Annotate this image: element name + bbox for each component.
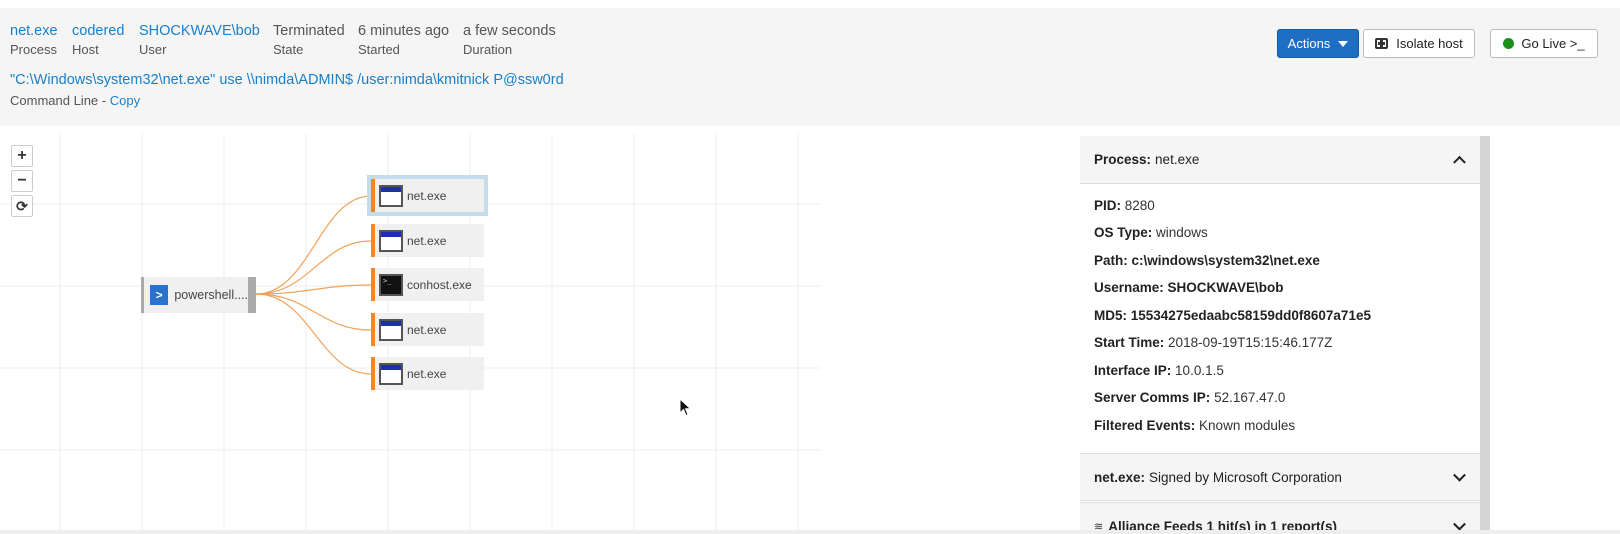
detail-path: Path: c:\windows\system32\net.exe (1094, 253, 1320, 268)
signature-section-value: Signed by Microsoft Corporation (1149, 469, 1342, 485)
detail-key: PID: (1094, 198, 1121, 213)
child-process-node[interactable]: net.exe (367, 175, 488, 216)
live-status-dot-icon (1503, 38, 1515, 49)
detail-value: 2018-09-19T15:15:46.177Z (1168, 335, 1333, 350)
summary-host-label: Host (72, 42, 99, 57)
chevron-down-icon (1453, 517, 1466, 531)
parent-process-node[interactable]: > powershell.... (141, 277, 256, 313)
detail-value: SHOCKWAVE\bob (1167, 280, 1284, 295)
terminal-icon (379, 273, 403, 296)
go-live-label: Go Live >_ (1521, 36, 1585, 51)
detail-value: c:\windows\system32\net.exe (1131, 253, 1320, 268)
detail-key: Username: (1094, 280, 1164, 295)
zoom-out-button[interactable]: − (11, 170, 33, 192)
detail-key: Filtered Events: (1094, 418, 1196, 433)
child-process-label: net.exe (407, 322, 447, 337)
detail-md5: MD5: 15534275edaabc58159dd0f8607a71e5 (1094, 308, 1371, 323)
detail-key: MD5: (1094, 308, 1127, 323)
summary-process-value[interactable]: net.exe (10, 22, 58, 40)
detail-key: OS Type: (1094, 225, 1153, 240)
isolate-host-label: Isolate host (1396, 36, 1463, 51)
edge-5 (255, 293, 372, 375)
summary-duration-label: Duration (463, 42, 513, 57)
actions-button-label: Actions (1287, 36, 1331, 51)
summary-host[interactable]: codered Host (72, 22, 124, 59)
actions-dropdown-button[interactable]: Actions (1277, 29, 1359, 58)
edge-4 (255, 293, 372, 331)
process-summary-header: net.exe Process codered Host SHOCKWAVE\b… (0, 8, 1620, 126)
detail-interface-ip: Interface IP: 10.0.1.5 (1094, 363, 1224, 378)
detail-value: Known modules (1199, 418, 1296, 433)
window-icon (379, 229, 403, 252)
detail-username: Username: SHOCKWAVE\bob (1094, 280, 1284, 295)
mouse-pointer-icon (679, 398, 692, 417)
bottom-divider (0, 530, 1620, 534)
process-section-value: net.exe (1155, 152, 1200, 167)
app-root: net.exe Process codered Host SHOCKWAVE\b… (0, 0, 1620, 534)
go-live-button[interactable]: Go Live >_ (1490, 29, 1598, 58)
command-line-label: Command Line - (10, 93, 110, 108)
process-section-header[interactable]: Process: net.exe (1080, 136, 1480, 184)
detail-key: Interface IP: (1094, 363, 1172, 378)
process-section-key: Process: (1094, 152, 1152, 167)
summary-process-label: Process (10, 42, 57, 57)
child-process-label: net.exe (407, 233, 447, 248)
signature-section-key: net.exe: (1094, 469, 1146, 485)
summary-started: 6 minutes ago Started (358, 22, 449, 59)
window-icon (379, 362, 403, 385)
chevron-down-icon (1453, 468, 1466, 482)
detail-key: Server Comms IP: (1094, 390, 1211, 405)
detail-filtered-events: Filtered Events: Known modules (1094, 418, 1295, 433)
detail-value: 15534275edaabc58159dd0f8607a71e5 (1130, 308, 1371, 323)
caret-down-icon (1338, 40, 1349, 47)
detail-value: windows (1156, 225, 1208, 240)
summary-user[interactable]: SHOCKWAVE\bob User (139, 22, 260, 59)
isolate-host-button[interactable]: Isolate host (1363, 29, 1475, 58)
command-line-label-row: Command Line - Copy (10, 93, 140, 108)
window-icon (379, 184, 403, 207)
child-process-label: net.exe (407, 188, 447, 203)
detail-start-time: Start Time: 2018-09-19T15:15:46.177Z (1094, 335, 1332, 350)
command-line-value: "C:\Windows\system32\net.exe" use \\nimd… (10, 72, 564, 88)
detail-key: Start Time: (1094, 335, 1165, 350)
summary-started-label: Started (358, 42, 400, 57)
powershell-icon: > (150, 285, 169, 305)
edge-1 (255, 195, 372, 295)
copy-command-link[interactable]: Copy (110, 93, 140, 108)
summary-state-label: State (273, 42, 304, 57)
summary-duration-value: a few seconds (463, 23, 556, 39)
detail-key: Path: (1094, 253, 1128, 268)
process-tree-graph[interactable]: + − ⟳ > powershell.... net.exe net.exe c… (0, 134, 820, 534)
detail-value: 10.0.1.5 (1175, 363, 1224, 378)
zoom-in-button[interactable]: + (11, 145, 33, 167)
summary-host-value[interactable]: codered (72, 22, 124, 40)
child-process-node[interactable]: net.exe (371, 357, 484, 390)
child-process-label: net.exe (407, 366, 447, 381)
summary-state: Terminated State (273, 22, 345, 59)
medkit-icon (1375, 38, 1389, 49)
detail-value: 8280 (1124, 198, 1155, 213)
summary-started-value: 6 minutes ago (358, 23, 450, 39)
chevron-up-icon (1453, 155, 1466, 169)
summary-duration: a few seconds Duration (463, 22, 556, 59)
reset-view-button[interactable]: ⟳ (11, 195, 33, 217)
parent-process-label: powershell.... (174, 288, 248, 302)
child-process-label: conhost.exe (407, 277, 472, 292)
summary-user-label: User (139, 42, 167, 57)
process-edges (255, 195, 372, 375)
summary-process[interactable]: net.exe Process (10, 22, 58, 59)
child-process-node[interactable]: conhost.exe (371, 268, 484, 301)
child-process-node[interactable]: net.exe (371, 224, 484, 257)
summary-state-value: Terminated (273, 23, 345, 39)
detail-value: 52.167.47.0 (1214, 390, 1286, 405)
details-scrollbar[interactable] (1480, 136, 1490, 534)
window-icon (379, 318, 403, 341)
detail-pid: PID: 8280 (1094, 198, 1155, 213)
detail-os-type: OS Type: windows (1094, 225, 1208, 240)
detail-server-comms-ip: Server Comms IP: 52.167.47.0 (1094, 390, 1285, 405)
signature-section-header[interactable]: net.exe: Signed by Microsoft Corporation (1080, 453, 1480, 501)
child-process-node[interactable]: net.exe (371, 313, 484, 346)
summary-user-value[interactable]: SHOCKWAVE\bob (139, 22, 260, 40)
